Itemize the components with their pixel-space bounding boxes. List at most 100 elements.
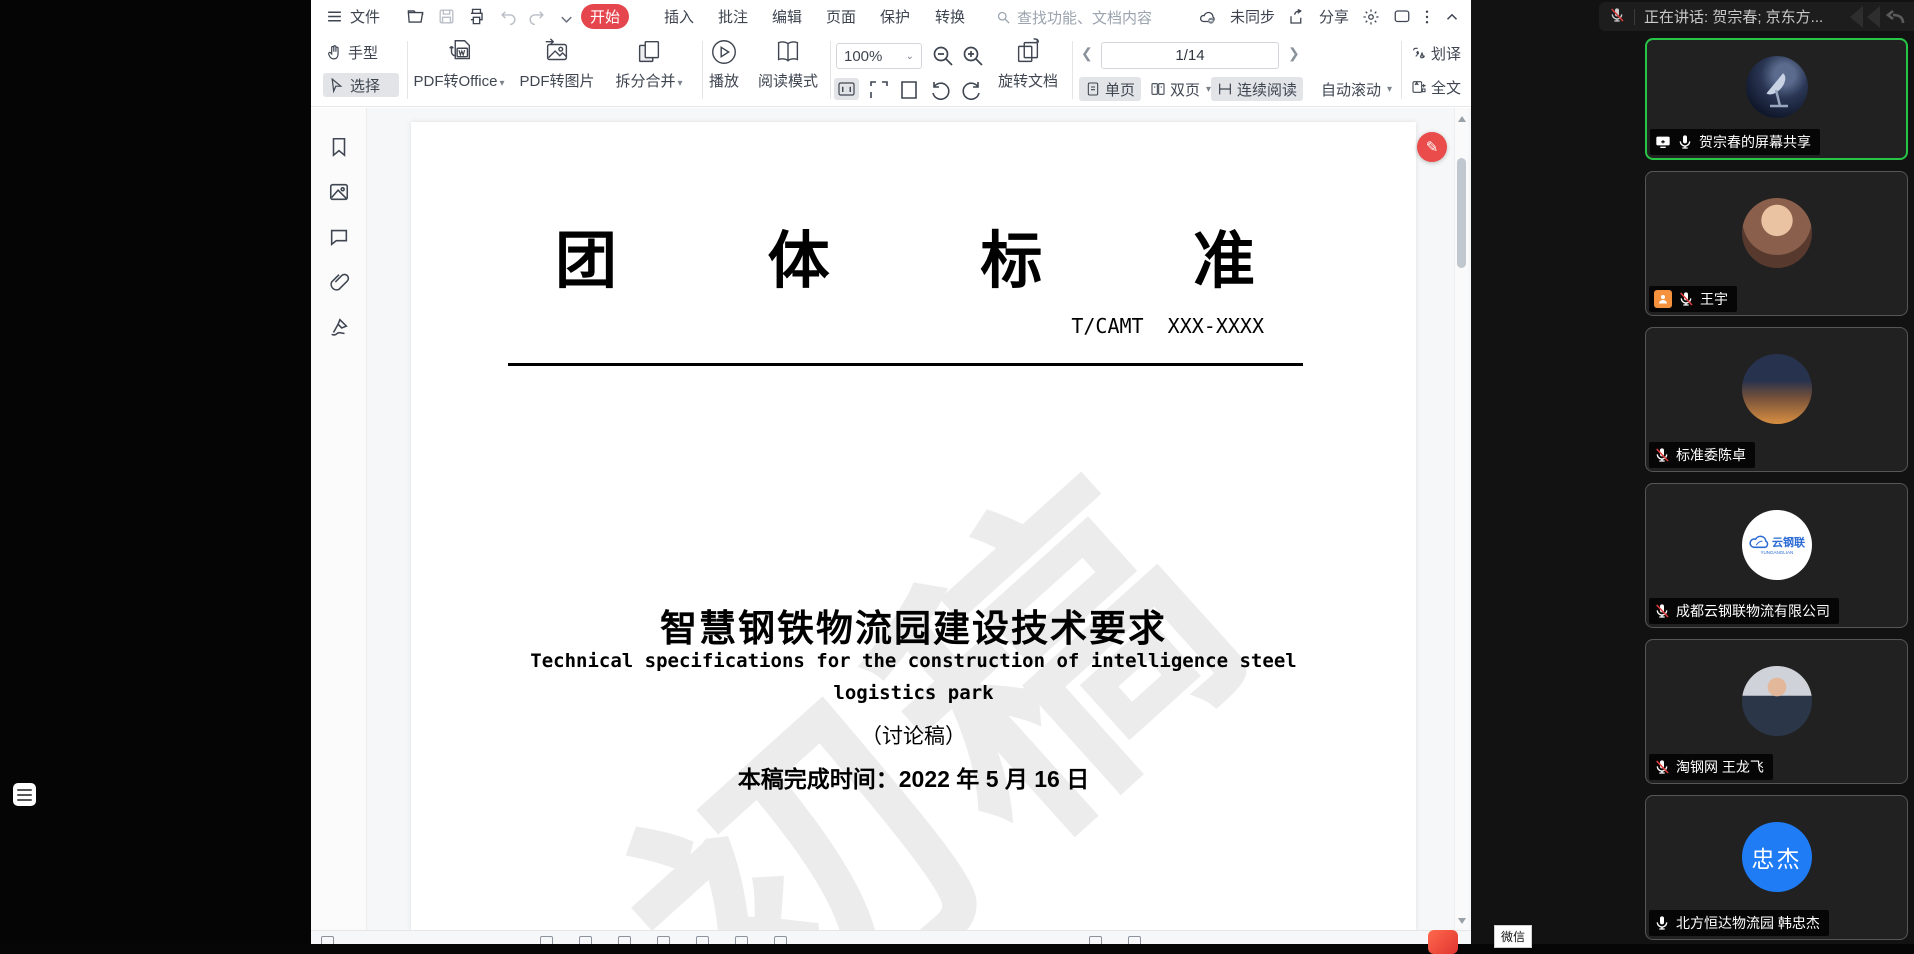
- fit-width-icon[interactable]: [867, 78, 891, 102]
- participant-name-bar: 成都云钢联物流有限公司: [1649, 598, 1839, 624]
- file-menu[interactable]: 文件: [326, 0, 380, 33]
- document-viewport: 初稿 团体标准 T/CAMT XXX-XXXX 智慧钢铁物流园建设技术要求 Te…: [311, 108, 1471, 930]
- undo-icon[interactable]: [499, 7, 518, 26]
- signature-icon[interactable]: [328, 316, 350, 338]
- message-icon[interactable]: [1393, 8, 1411, 26]
- split-merge-button[interactable]: 拆分合并▾: [603, 37, 695, 91]
- auto-scroll-button[interactable]: 自动滚动▾: [1315, 77, 1398, 101]
- tab-comment[interactable]: 批注: [718, 0, 748, 33]
- rotate-left-icon[interactable]: [929, 78, 953, 102]
- rotate-right-icon[interactable]: [959, 78, 983, 102]
- pdf-to-image-label: PDF转图片: [519, 70, 594, 91]
- translate-word-icon: [1411, 45, 1427, 61]
- statusbar-icon[interactable]: [735, 936, 748, 944]
- participant-tile[interactable]: 云钢联 YUNGANGLIAN 成都云钢联物流有限公司: [1645, 483, 1908, 628]
- participant-tile[interactable]: 贺宗春的屏幕共享: [1645, 38, 1908, 160]
- avatar-company-logo: 云钢联 YUNGANGLIAN: [1742, 510, 1812, 580]
- participant-tile[interactable]: 标准委陈卓: [1645, 327, 1908, 472]
- mic-on-icon: [1677, 134, 1693, 150]
- annotation-float-button[interactable]: ✎: [1417, 132, 1447, 162]
- participant-tile[interactable]: 淘钢网 王龙飞: [1645, 639, 1908, 784]
- participant-name: 贺宗春的屏幕共享: [1699, 132, 1811, 152]
- image-panel-icon[interactable]: [328, 181, 350, 203]
- translate-word-button[interactable]: 划译: [1405, 41, 1467, 65]
- play-button[interactable]: 播放: [702, 37, 746, 91]
- tab-protect[interactable]: 保护: [880, 0, 910, 33]
- rotate-doc-button[interactable]: 旋转文档: [989, 37, 1067, 91]
- tab-edit[interactable]: 编辑: [772, 0, 802, 33]
- tab-page[interactable]: 页面: [826, 0, 856, 33]
- zoom-out-icon[interactable]: [931, 44, 955, 68]
- participant-tile[interactable]: 王宇: [1645, 171, 1908, 316]
- actual-size-icon[interactable]: [834, 78, 859, 100]
- tab-insert[interactable]: 插入: [664, 0, 694, 33]
- avatar: [1742, 354, 1812, 424]
- hand-tool-button[interactable]: 手型: [326, 41, 398, 63]
- completion-date: 本稿完成时间：2022 年 5 月 16 日: [411, 760, 1416, 794]
- statusbar-icon[interactable]: [579, 936, 592, 944]
- statusbar-icon[interactable]: [657, 936, 670, 944]
- pdf-to-office-label: PDF转Office▾: [414, 70, 505, 91]
- select-tool-button[interactable]: 选择: [323, 73, 399, 97]
- next-page-icon[interactable]: ❯: [1288, 45, 1300, 62]
- more-vertical-icon[interactable]: [1424, 8, 1430, 26]
- continuous-read-icon: [1217, 81, 1233, 97]
- pdf-to-office-button[interactable]: PDF转Office▾: [407, 37, 511, 91]
- continuous-read-label: 连续阅读: [1237, 79, 1297, 100]
- statusbar-icon[interactable]: [774, 936, 787, 944]
- tab-convert[interactable]: 转换: [935, 0, 965, 33]
- play-icon: [709, 37, 739, 67]
- return-arrow-icon[interactable]: [1884, 5, 1908, 29]
- read-mode-button[interactable]: 阅读模式: [749, 37, 827, 91]
- search-input[interactable]: 查找功能、文档内容: [996, 6, 1174, 28]
- single-page-button[interactable]: 单页: [1079, 77, 1141, 101]
- double-page-button[interactable]: 双页▾: [1144, 77, 1217, 101]
- statusbar-icon[interactable]: [1089, 936, 1102, 944]
- standard-number: T/CAMT XXX-XXXX: [1071, 314, 1264, 338]
- attachment-icon[interactable]: [328, 271, 350, 293]
- tab-home[interactable]: 开始: [581, 4, 629, 29]
- page-number-input[interactable]: 1/14: [1101, 42, 1279, 69]
- prev-page-icon[interactable]: ❮: [1081, 45, 1093, 62]
- person-badge-icon: [1654, 290, 1672, 308]
- scroll-up-icon[interactable]: [1458, 116, 1466, 122]
- statusbar-zoom-slider[interactable]: [853, 936, 943, 944]
- fit-page-icon[interactable]: [897, 78, 921, 102]
- redo-icon[interactable]: [527, 7, 546, 26]
- toolbar-more-icon[interactable]: [557, 10, 576, 29]
- continuous-read-button[interactable]: 连续阅读: [1211, 77, 1303, 101]
- open-icon[interactable]: [406, 7, 425, 26]
- cloud-unsynced-icon[interactable]: [1199, 8, 1217, 26]
- bookmark-icon[interactable]: [328, 136, 350, 158]
- statusbar-icon[interactable]: [1128, 936, 1141, 944]
- zoom-select[interactable]: 100% ⌄: [836, 43, 922, 69]
- statusbar-icon[interactable]: [618, 936, 631, 944]
- taskbar-app-icon[interactable]: [1428, 930, 1458, 954]
- hand-icon: [326, 44, 343, 61]
- statusbar-icon[interactable]: [540, 936, 553, 944]
- pdf-to-image-button[interactable]: PDF转图片: [511, 37, 603, 91]
- share-icon[interactable]: [1288, 8, 1306, 26]
- scrollbar-thumb[interactable]: [1457, 158, 1466, 268]
- collapse-ribbon-icon[interactable]: [1443, 8, 1461, 26]
- vertical-scrollbar[interactable]: ❯: [1454, 108, 1468, 930]
- divider: [1634, 9, 1635, 25]
- list-panel-icon[interactable]: [13, 783, 36, 806]
- mic-muted-icon: [1654, 603, 1670, 619]
- save-icon[interactable]: [437, 7, 456, 26]
- draft-note: （讨论稿）: [411, 720, 1416, 750]
- print-icon[interactable]: [467, 7, 486, 26]
- statusbar-doc-icon[interactable]: [321, 936, 334, 944]
- statusbar-icon[interactable]: [696, 936, 709, 944]
- nav-back-icon[interactable]: [1850, 6, 1863, 28]
- scroll-down-icon[interactable]: [1458, 918, 1466, 924]
- share-label[interactable]: 分享: [1319, 6, 1349, 27]
- comment-panel-icon[interactable]: [328, 226, 350, 248]
- cursor-icon: [328, 77, 345, 94]
- nav-back-icon[interactable]: [1867, 6, 1880, 28]
- split-merge-icon: [634, 37, 664, 67]
- zoom-in-icon[interactable]: [961, 44, 985, 68]
- participant-tile[interactable]: 忠杰 北方恒达物流园 韩忠杰: [1645, 795, 1908, 940]
- gear-icon[interactable]: [1362, 8, 1380, 26]
- translate-full-button[interactable]: 全文: [1405, 75, 1467, 99]
